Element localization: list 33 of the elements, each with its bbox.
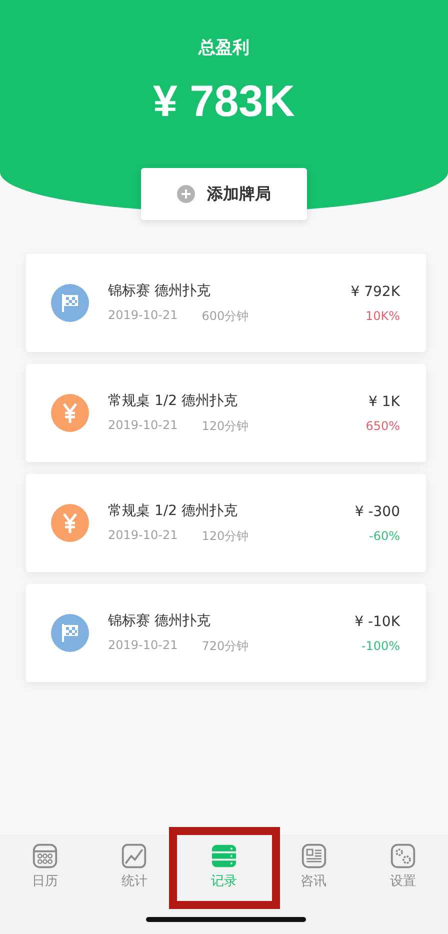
total-profit-amount: ¥ 783K xyxy=(153,77,295,127)
profit-percent: 10K% xyxy=(365,308,400,322)
profit-percent: 650% xyxy=(366,418,400,432)
settings-icon xyxy=(390,843,416,869)
game-duration: 120分钟 xyxy=(202,418,249,434)
game-profit: ¥ 792K xyxy=(350,284,400,300)
line-chart-icon xyxy=(121,843,148,869)
game-duration: 600分钟 xyxy=(202,308,249,324)
game-duration: 120分钟 xyxy=(202,528,249,544)
record-card[interactable]: 锦标赛 德州扑克 2019-10-21 720分钟 ¥ -10K -100% xyxy=(26,584,426,682)
game-date: 2019-10-21 xyxy=(108,418,178,434)
database-icon xyxy=(210,843,237,869)
record-card[interactable]: 常规桌 1/2 德州扑克 2019-10-21 120分钟 ¥ -300 -60% xyxy=(26,474,426,572)
game-title: 常规桌 1/2 德州扑克 xyxy=(108,392,238,410)
game-title: 锦标赛 德州扑克 xyxy=(108,282,212,300)
profit-percent: -100% xyxy=(361,638,400,652)
game-duration: 720分钟 xyxy=(202,638,249,654)
game-title: 常规桌 1/2 德州扑克 xyxy=(108,502,238,520)
game-profit: ¥ 1K xyxy=(368,394,400,410)
game-profit: ¥ -300 xyxy=(354,504,400,520)
total-profit-label: 总盈利 xyxy=(198,37,250,59)
add-game-button[interactable]: 添加牌局 xyxy=(141,168,307,220)
newspaper-icon xyxy=(300,843,327,869)
calendar-icon xyxy=(32,843,58,869)
game-profit: ¥ -10K xyxy=(354,614,400,630)
game-date: 2019-10-21 xyxy=(108,638,178,654)
game-date: 2019-10-21 xyxy=(108,308,178,324)
profit-percent: -60% xyxy=(368,528,400,542)
plus-icon xyxy=(177,185,195,203)
record-card[interactable]: 常规桌 1/2 德州扑克 2019-10-21 120分钟 ¥ 1K 650% xyxy=(26,364,426,462)
game-title: 锦标赛 德州扑克 xyxy=(108,612,212,630)
record-card[interactable]: 锦标赛 德州扑克 2019-10-21 600分钟 ¥ 792K 10K% xyxy=(26,254,426,352)
game-date: 2019-10-21 xyxy=(108,528,178,544)
